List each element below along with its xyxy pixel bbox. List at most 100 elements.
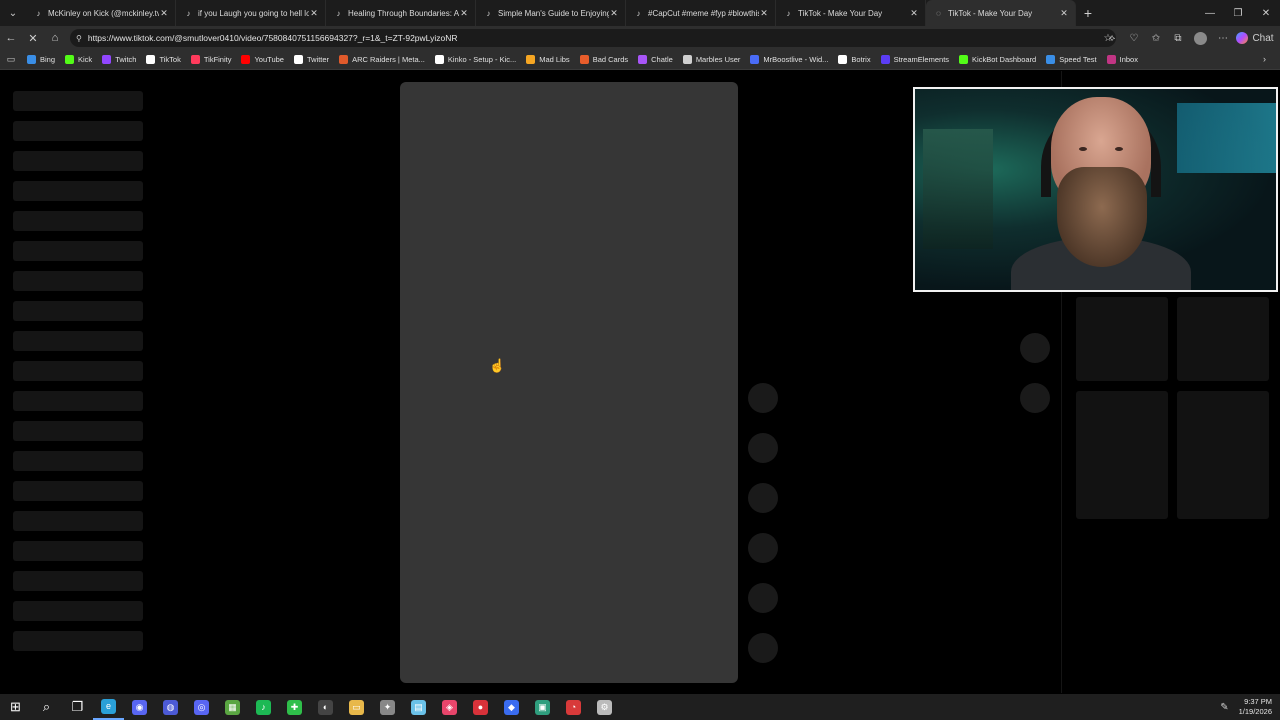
url-text[interactable]: https://www.tiktok.com/@smutlover0410/vi… bbox=[88, 33, 1100, 43]
bookmark-item[interactable]: TikFinity bbox=[186, 50, 237, 70]
bookmark-item[interactable]: Bing bbox=[22, 50, 60, 70]
action-button-skeleton bbox=[748, 383, 778, 413]
tab-strip: ⌄ ♪ McKinley on Kick (@mckinley.tv) | ✕ ♪ i… bbox=[0, 0, 1280, 26]
taskbar-app[interactable]: ▦ bbox=[217, 694, 248, 720]
taskbar-app[interactable]: ◍ bbox=[155, 694, 186, 720]
taskbar-app[interactable]: ♪ bbox=[248, 694, 279, 720]
sidebar-toggle-icon[interactable]: ▭ bbox=[0, 54, 22, 65]
taskbar-app[interactable]: ◎ bbox=[186, 694, 217, 720]
bookmark-item[interactable]: Twitter bbox=[289, 50, 334, 70]
extensions-icon[interactable]: ⟡ bbox=[1101, 27, 1123, 49]
browser-tab[interactable]: ♪ McKinley on Kick (@mckinley.tv) | ✕ bbox=[26, 0, 176, 26]
search-icon: ⌕ bbox=[42, 699, 51, 714]
streamer-figure bbox=[1011, 97, 1191, 290]
taskbar-app[interactable]: ❐ bbox=[62, 694, 93, 720]
bookmark-item[interactable]: Marbles User bbox=[678, 50, 746, 70]
twitch-icon bbox=[102, 55, 112, 64]
browser-tab[interactable]: ♪ #CapCut #meme #fyp #blowthisu ✕ bbox=[626, 0, 776, 26]
browser-tab[interactable]: ◌ TikTok - Make Your Day ✕ bbox=[926, 0, 1076, 26]
home-icon[interactable]: ⌂ bbox=[44, 27, 66, 49]
pen-menu-icon[interactable]: ✎ bbox=[1220, 702, 1228, 713]
taskbar-app[interactable]: ◐ bbox=[310, 694, 341, 720]
bookmark-label: Marbles User bbox=[695, 55, 741, 64]
tab-actions-menu-icon[interactable]: ⌄ bbox=[0, 0, 26, 26]
tikfinity-icon bbox=[190, 55, 200, 64]
taskbar-app[interactable]: e bbox=[93, 694, 124, 720]
browser-tab[interactable]: ♪ Simple Man's Guide to Enjoying H ✕ bbox=[476, 0, 626, 26]
close-tab-icon[interactable]: ✕ bbox=[609, 8, 619, 19]
bookmark-item[interactable]: Kinko - Setup - Kic... bbox=[430, 50, 521, 70]
taskbar-app[interactable]: ✚ bbox=[279, 694, 310, 720]
taskbar-app[interactable]: ◉ bbox=[124, 694, 155, 720]
taskbar-app[interactable]: ◔ bbox=[558, 694, 589, 720]
refresh-icon[interactable]: ✕ bbox=[22, 27, 44, 49]
nav-item-skeleton bbox=[13, 91, 143, 111]
restore-icon[interactable]: ❐ bbox=[1224, 0, 1252, 26]
collections-icon[interactable]: ⧉ bbox=[1167, 27, 1189, 49]
bookmark-label: MrBoostlive - Wid... bbox=[763, 55, 829, 64]
tab-title: if you Laugh you going to hell lol bbox=[198, 8, 309, 18]
inbox-icon bbox=[1106, 55, 1116, 64]
bookmark-item[interactable]: Mad Libs bbox=[521, 50, 574, 70]
tab-title: #CapCut #meme #fyp #blowthisu bbox=[648, 8, 759, 18]
taskbar-app[interactable]: ◆ bbox=[496, 694, 527, 720]
close-tab-icon[interactable]: ✕ bbox=[309, 8, 319, 19]
window-controls: — ❐ ✕ bbox=[1196, 0, 1280, 26]
browser-tab[interactable]: ♪ if you Laugh you going to hell lol ✕ bbox=[176, 0, 326, 26]
bookmark-item[interactable]: Botrix bbox=[833, 50, 875, 70]
browser-essentials-icon[interactable]: ♡ bbox=[1123, 27, 1145, 49]
kick-icon bbox=[65, 55, 75, 64]
nav-item-skeleton bbox=[13, 631, 143, 651]
bookmark-item[interactable]: Speed Test bbox=[1041, 50, 1101, 70]
back-icon[interactable]: ← bbox=[0, 27, 22, 49]
bookmark-item[interactable]: MrBoostlive - Wid... bbox=[745, 50, 833, 70]
bookmark-item[interactable]: YouTube bbox=[236, 50, 288, 70]
close-tab-icon[interactable]: ✕ bbox=[909, 8, 919, 19]
bookmark-item[interactable]: StreamElements bbox=[876, 50, 954, 70]
site-info-icon[interactable]: ⚲ bbox=[76, 34, 82, 43]
bookmark-label: Bing bbox=[40, 55, 56, 64]
clock[interactable]: 9:37 PM 1/19/2026 bbox=[1239, 697, 1272, 717]
taskbar-app[interactable]: ● bbox=[465, 694, 496, 720]
favorites-icon[interactable]: ✩ bbox=[1145, 27, 1167, 49]
bookmark-item[interactable]: Bad Cards bbox=[575, 50, 633, 70]
close-tab-icon[interactable]: ✕ bbox=[459, 8, 469, 19]
minimize-icon[interactable]: — bbox=[1196, 0, 1224, 26]
task-view-icon: ❐ bbox=[71, 699, 84, 714]
bookmark-item[interactable]: Chatle bbox=[633, 50, 678, 70]
taskbar-app[interactable]: ⌕ bbox=[31, 694, 62, 720]
taskbar-app[interactable]: ⊞ bbox=[0, 694, 31, 720]
taskbar-app[interactable]: ◈ bbox=[434, 694, 465, 720]
close-tab-icon[interactable]: ✕ bbox=[759, 8, 769, 19]
close-window-icon[interactable]: ✕ bbox=[1252, 0, 1280, 26]
mrboost-icon bbox=[750, 55, 760, 64]
browser-tab[interactable]: ♪ TikTok - Make Your Day ✕ bbox=[776, 0, 926, 26]
more-menu-icon[interactable]: ⋯ bbox=[1212, 27, 1234, 49]
taskbar-app[interactable]: ▣ bbox=[527, 694, 558, 720]
close-tab-icon[interactable]: ✕ bbox=[159, 8, 169, 19]
app-icon-5: ◈ bbox=[442, 699, 457, 715]
new-tab-button[interactable]: + bbox=[1076, 0, 1100, 26]
video-loading-placeholder[interactable] bbox=[400, 82, 738, 683]
bookmark-label: KickBot Dashboard bbox=[972, 55, 1037, 64]
bookmark-item[interactable]: KickBot Dashboard bbox=[954, 50, 1041, 70]
bookmark-item[interactable]: TikTok bbox=[141, 50, 185, 70]
taskbar-app[interactable]: ▤ bbox=[403, 694, 434, 720]
copilot-chat-button[interactable]: Chat bbox=[1234, 27, 1280, 49]
bookmarks-overflow-icon[interactable]: › bbox=[1263, 54, 1266, 64]
taskbar-app[interactable]: ✦ bbox=[372, 694, 403, 720]
action-button-skeleton bbox=[748, 433, 778, 463]
app-icon-1: ◍ bbox=[163, 699, 178, 715]
address-bar[interactable]: ⚲ https://www.tiktok.com/@smutlover0410/… bbox=[70, 29, 1116, 47]
browser-tab[interactable]: ♪ Healing Through Boundaries: A Jo ✕ bbox=[326, 0, 476, 26]
bookmark-item[interactable]: Inbox bbox=[1102, 50, 1143, 70]
bookmark-item[interactable]: ARC Raiders | Meta... bbox=[334, 50, 430, 70]
taskbar-app[interactable]: ▭ bbox=[341, 694, 372, 720]
bookmark-item[interactable]: Kick bbox=[60, 50, 97, 70]
bookmark-item[interactable]: Twitch bbox=[97, 50, 141, 70]
tab-title: TikTok - Make Your Day bbox=[948, 8, 1033, 18]
tiktok-icon bbox=[146, 55, 156, 64]
profile-avatar[interactable] bbox=[1194, 31, 1207, 45]
close-tab-icon[interactable]: ✕ bbox=[1059, 8, 1069, 19]
taskbar-app[interactable]: ⚙ bbox=[589, 694, 620, 720]
